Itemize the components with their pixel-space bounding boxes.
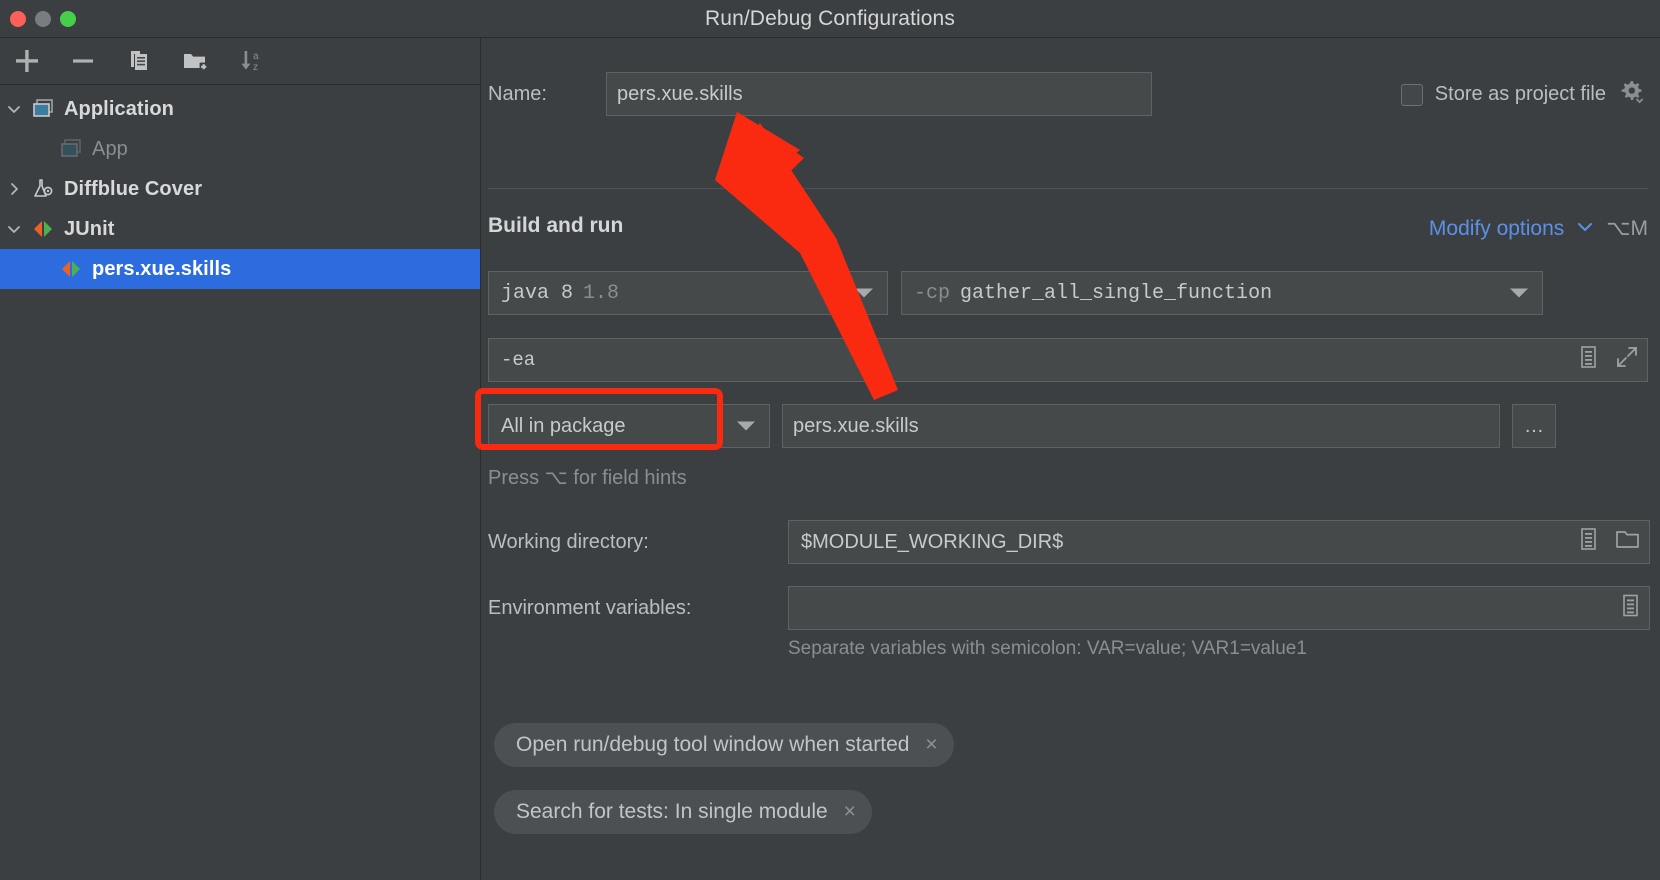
environment-variables-field-icons	[1619, 594, 1641, 623]
store-as-project-file-checkbox[interactable]	[1400, 83, 1423, 106]
test-kind-value: All in package	[501, 414, 626, 437]
expand-editor-icon[interactable]	[1615, 345, 1639, 375]
svg-text:z: z	[253, 62, 258, 73]
window-title: Run/Debug Configurations	[705, 6, 955, 30]
configuration-editor-panel: Name: pers.xue.skills Store as project f…	[475, 38, 1660, 880]
tree-item-junit[interactable]: JUnit	[0, 209, 480, 249]
modify-options-row: Modify options ⌥M	[1429, 216, 1648, 241]
classpath-module: gather_all_single_function	[960, 281, 1273, 305]
store-as-project-file-row: Store as project file	[1400, 78, 1646, 111]
jre-and-classpath-row: java 8 1.8 -cp gather_all_single_functio…	[488, 271, 1543, 315]
working-directory-label: Working directory:	[488, 530, 649, 553]
option-chip-label: Search for tests: In single module	[516, 800, 828, 823]
chevron-down-icon[interactable]	[1576, 220, 1594, 237]
tree-item-label: pers.xue.skills	[92, 257, 232, 280]
close-window-button[interactable]	[10, 10, 26, 27]
copy-configuration-button[interactable]	[114, 41, 164, 81]
chevron-down-icon[interactable]	[0, 101, 28, 117]
close-icon[interactable]: ×	[844, 800, 856, 824]
edit-environment-variables-icon[interactable]	[1619, 594, 1641, 623]
vm-options-row: -ea	[488, 338, 1648, 382]
package-input[interactable]: pers.xue.skills	[782, 404, 1500, 448]
option-chip-open-tool-window[interactable]: Open run/debug tool window when started …	[494, 723, 954, 767]
build-and-run-title: Build and run	[488, 214, 624, 237]
name-input[interactable]: pers.xue.skills	[606, 72, 1152, 116]
add-button[interactable]	[2, 41, 52, 81]
junit-icon	[56, 258, 86, 280]
tree-item-application[interactable]: Application	[0, 89, 480, 129]
tree-item-label: Diffblue Cover	[64, 177, 203, 200]
name-row: Name: pers.xue.skills	[488, 72, 1152, 116]
working-directory-value: $MODULE_WORKING_DIR$	[801, 530, 1064, 553]
classpath-module-combo[interactable]: -cp gather_all_single_function	[901, 271, 1543, 315]
jre-combo[interactable]: java 8 1.8	[488, 271, 888, 315]
close-icon[interactable]: ×	[925, 733, 937, 757]
vm-options-value: -ea	[501, 349, 536, 371]
environment-variables-row: Environment variables:	[488, 586, 1650, 630]
configurations-tree: Application App Diffblue Cover JUnit per…	[0, 85, 480, 289]
tree-item-app[interactable]: App	[0, 129, 480, 169]
junit-icon	[28, 218, 58, 240]
sort-configurations-button[interactable]: a z	[226, 41, 276, 81]
tree-item-diffblue-cover[interactable]: Diffblue Cover	[0, 169, 480, 209]
field-hint-text: Press ⌥ for field hints	[488, 467, 687, 489]
name-label: Name:	[488, 82, 547, 105]
modify-options-link[interactable]: Modify options	[1429, 217, 1564, 241]
test-kind-combo[interactable]: All in package	[475, 388, 770, 450]
configurations-sidebar: a z Application App Diffblue Cover JUnit…	[0, 38, 481, 880]
save-configuration-button[interactable]	[170, 41, 220, 81]
tree-item-label: Application	[64, 97, 174, 120]
modify-options-shortcut: ⌥M	[1606, 217, 1648, 240]
vm-options-field-icons	[1577, 345, 1639, 375]
tree-item-pers-xue-skills[interactable]: pers.xue.skills	[0, 249, 480, 289]
test-scope-row: All in package pers.xue.skills …	[475, 388, 1556, 450]
browse-folder-icon[interactable]	[1615, 527, 1641, 557]
gear-dropdown-icon[interactable]	[1618, 78, 1646, 111]
working-directory-row: Working directory: $MODULE_WORKING_DIR$	[488, 520, 1650, 564]
insert-macro-icon[interactable]	[1577, 345, 1599, 375]
insert-macro-icon[interactable]	[1577, 527, 1599, 557]
option-chip-label: Open run/debug tool window when started	[516, 733, 910, 756]
run-debug-configurations-dialog: Run/Debug Configurations a z Application…	[0, 0, 1660, 880]
jre-version: 1.8	[583, 281, 620, 305]
environment-variables-label: Environment variables:	[488, 596, 692, 619]
svg-text:a: a	[253, 51, 259, 62]
application-icon	[28, 98, 58, 120]
tree-item-label: JUnit	[64, 217, 115, 240]
zoom-window-button[interactable]	[60, 10, 76, 27]
section-divider	[488, 188, 1648, 189]
chevron-down-icon[interactable]	[0, 221, 28, 237]
option-chip-search-for-tests[interactable]: Search for tests: In single module ×	[494, 790, 872, 834]
jre-name: java 8	[501, 281, 574, 305]
working-directory-input[interactable]: $MODULE_WORKING_DIR$	[788, 520, 1650, 564]
chevron-down-icon[interactable]	[855, 288, 873, 298]
environment-variables-input[interactable]	[788, 586, 1650, 630]
remove-button[interactable]	[58, 41, 108, 81]
working-directory-field-icons	[1577, 527, 1641, 557]
window-controls	[0, 10, 76, 27]
browse-package-button[interactable]: …	[1512, 404, 1556, 448]
window-titlebar: Run/Debug Configurations	[0, 0, 1660, 38]
store-as-project-file-label: Store as project file	[1434, 83, 1606, 105]
vm-options-input[interactable]: -ea	[488, 338, 1648, 382]
chevron-down-icon[interactable]	[737, 421, 755, 431]
sidebar-toolbar: a z	[0, 38, 480, 85]
minimize-window-button[interactable]	[35, 10, 51, 27]
environment-variables-hint: Separate variables with semicolon: VAR=v…	[788, 638, 1307, 659]
diffblue-flask-icon	[28, 178, 58, 200]
chevron-right-icon[interactable]	[0, 181, 28, 197]
chevron-down-icon[interactable]	[1510, 288, 1528, 298]
application-icon-dim	[56, 138, 86, 160]
classpath-prefix: -cp	[914, 281, 951, 305]
tree-item-label: App	[92, 137, 128, 160]
